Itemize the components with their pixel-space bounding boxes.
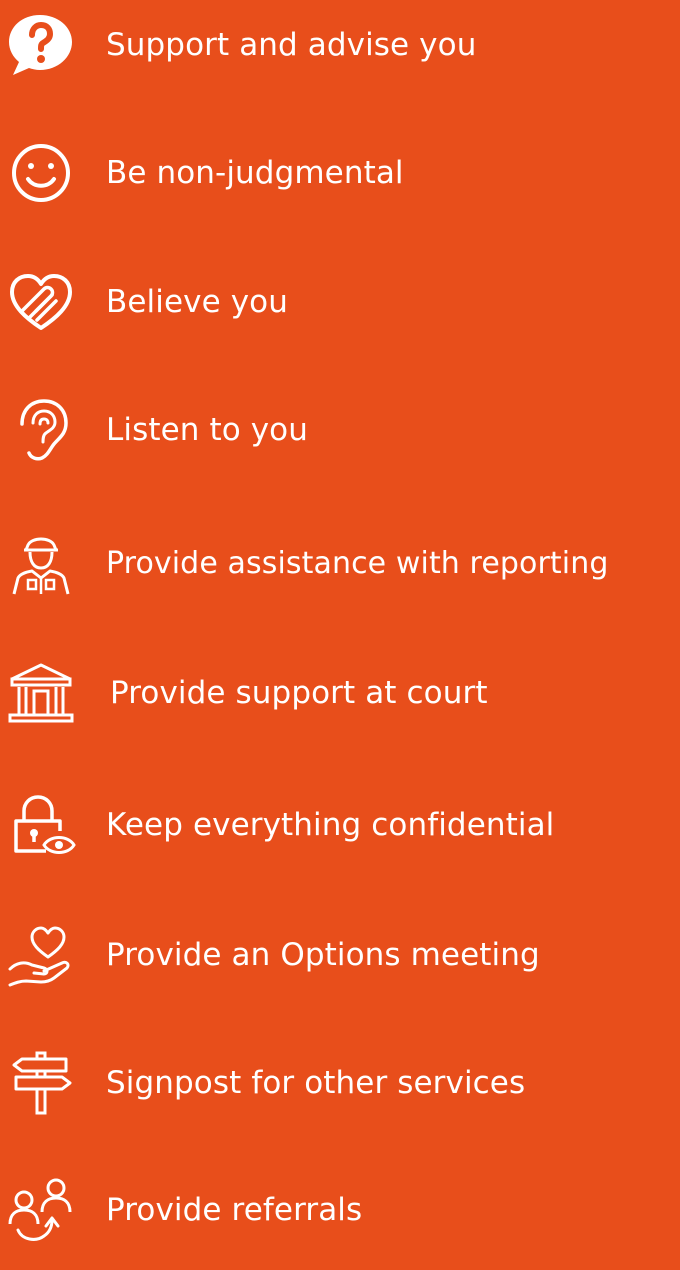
service-item-assistance-reporting: Provide assistance with reporting (0, 524, 680, 604)
speech-bubble-question-icon (6, 13, 76, 77)
signpost-icon (6, 1051, 76, 1115)
service-label: Provide referrals (106, 1192, 363, 1228)
service-label: Provide assistance with reporting (106, 546, 609, 581)
people-referral-icon (6, 1178, 76, 1242)
service-label: Support and advise you (106, 27, 477, 63)
ear-icon (6, 398, 76, 462)
service-label: Provide support at court (110, 675, 488, 711)
service-label: Listen to you (106, 412, 308, 448)
service-label: Believe you (106, 284, 288, 320)
heart-in-hand-icon (6, 923, 76, 987)
padlock-eye-icon (6, 793, 76, 857)
service-label: Provide an Options meeting (106, 937, 540, 973)
service-item-believe-you: Believe you (0, 262, 680, 342)
service-item-support-at-court: Provide support at court (0, 653, 680, 733)
service-label: Keep everything confidential (106, 807, 555, 843)
service-item-confidential: Keep everything confidential (0, 785, 680, 865)
service-item-support-advise: Support and advise you (0, 5, 680, 85)
service-item-listen-to-you: Listen to you (0, 390, 680, 470)
courthouse-icon (6, 661, 76, 725)
service-list: Support and advise you Be non-judgmental… (0, 0, 680, 1270)
service-item-signpost: Signpost for other services (0, 1043, 680, 1123)
service-item-referrals: Provide referrals (0, 1170, 680, 1250)
service-item-options-meeting: Provide an Options meeting (0, 915, 680, 995)
service-label: Signpost for other services (106, 1065, 526, 1101)
service-item-non-judgmental: Be non-judgmental (0, 133, 680, 213)
smiley-face-icon (6, 141, 76, 205)
hand-on-heart-icon (6, 270, 76, 334)
police-officer-icon (6, 532, 76, 596)
service-label: Be non-judgmental (106, 155, 404, 191)
